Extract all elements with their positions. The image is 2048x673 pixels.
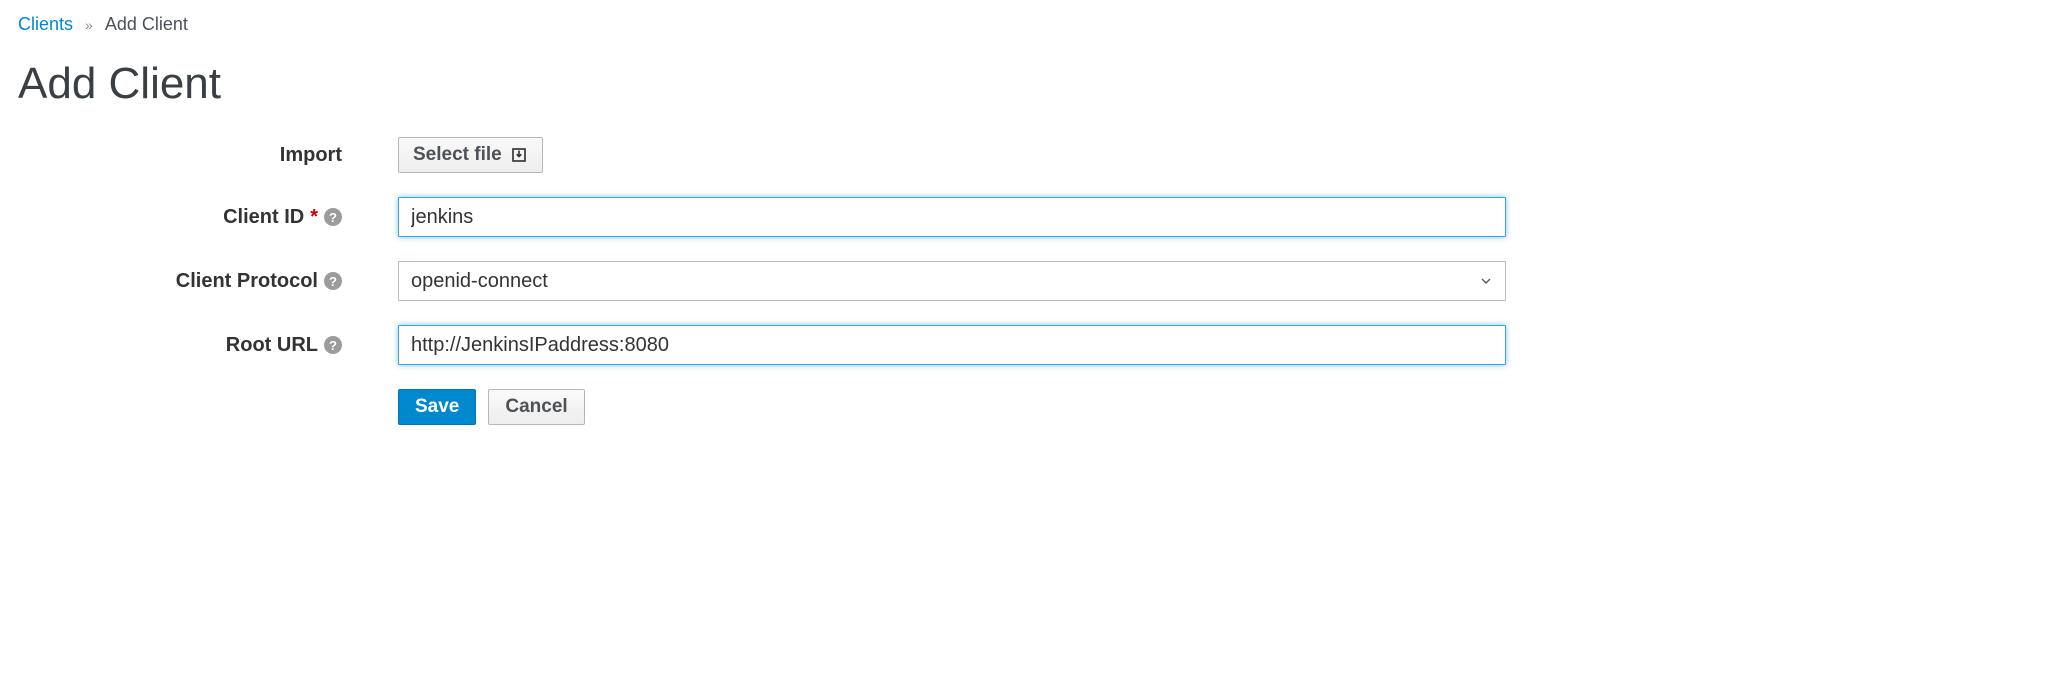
cancel-button[interactable]: Cancel xyxy=(488,389,584,425)
client-id-input[interactable] xyxy=(398,197,1506,237)
breadcrumb-link-clients[interactable]: Clients xyxy=(18,14,73,35)
add-client-form: Import Select file Client I xyxy=(18,137,2030,425)
row-client-protocol: Client Protocol ? openid-connect xyxy=(18,261,2030,301)
breadcrumb-current: Add Client xyxy=(105,14,188,35)
label-client-id: Client ID xyxy=(223,206,304,229)
select-file-button[interactable]: Select file xyxy=(398,137,543,173)
label-client-protocol: Client Protocol xyxy=(176,270,318,293)
help-icon[interactable]: ? xyxy=(324,336,342,354)
required-indicator-icon: * xyxy=(310,206,318,229)
breadcrumb-separator-icon: » xyxy=(85,17,93,33)
label-import: Import xyxy=(280,144,342,167)
help-icon[interactable]: ? xyxy=(324,208,342,226)
root-url-input[interactable] xyxy=(398,325,1506,365)
select-file-button-label: Select file xyxy=(413,144,502,166)
client-protocol-select[interactable]: openid-connect xyxy=(398,261,1506,301)
help-icon[interactable]: ? xyxy=(324,272,342,290)
row-client-id: Client ID * ? xyxy=(18,197,2030,237)
client-protocol-select-wrap: openid-connect xyxy=(398,261,1506,301)
row-import: Import Select file xyxy=(18,137,2030,173)
row-actions: Save Cancel xyxy=(18,389,2030,425)
breadcrumb: Clients » Add Client xyxy=(18,14,2030,35)
save-button[interactable]: Save xyxy=(398,389,476,425)
import-file-icon xyxy=(510,146,528,164)
page-title: Add Client xyxy=(18,59,2030,109)
row-root-url: Root URL ? xyxy=(18,325,2030,365)
label-root-url: Root URL xyxy=(226,334,318,357)
